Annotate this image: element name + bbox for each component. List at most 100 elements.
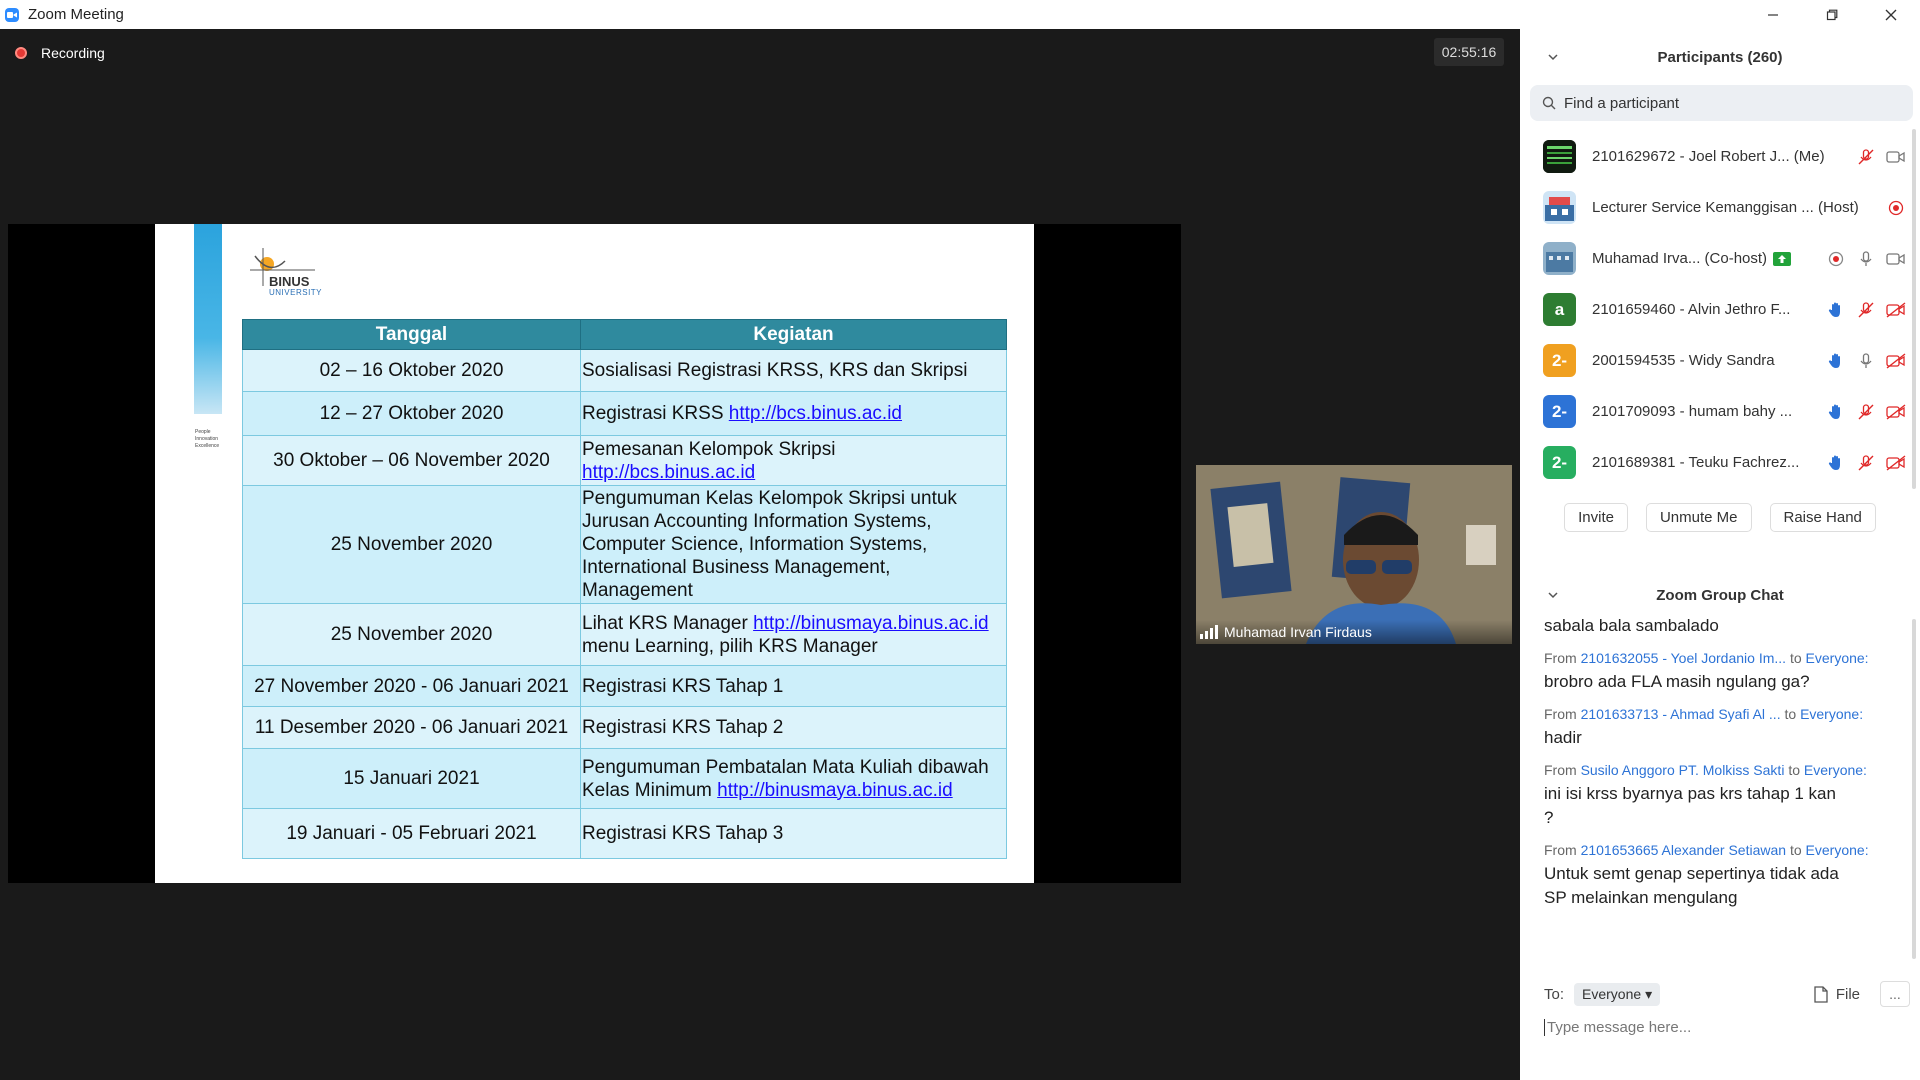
title-bar: Zoom Meeting	[0, 0, 1920, 29]
minimize-button[interactable]	[1743, 0, 1802, 29]
chat-recipient: Everyone:	[1803, 762, 1867, 778]
recording-indicator[interactable]: Recording	[15, 45, 105, 61]
date-cell: 12 – 27 Oktober 2020	[242, 391, 581, 436]
participant-list: 2101629672 - Joel Robert J... (Me) Lectu…	[1520, 131, 1908, 488]
binus-logo-subtext: UNIVERSITY	[269, 288, 323, 297]
participants-scrollbar[interactable]	[1912, 129, 1916, 489]
raised-hand-icon	[1824, 349, 1848, 373]
chat-sender[interactable]: 2101633713 - Ahmad Syafi Al ...	[1581, 706, 1781, 722]
chat-scrollbar[interactable]	[1912, 619, 1916, 959]
activity-text: Sosialisasi Registrasi KRSS, KRS dan Skr…	[582, 360, 968, 381]
from-label: From	[1544, 706, 1577, 722]
chevron-down-icon[interactable]	[1546, 50, 1560, 64]
file-button[interactable]: File	[1814, 986, 1860, 1003]
avatar	[1543, 140, 1576, 173]
window-title: Zoom Meeting	[28, 6, 124, 23]
table-row: 12 – 27 Oktober 2020 Registrasi KRSS htt…	[242, 391, 1007, 436]
raised-hand-icon	[1824, 298, 1848, 322]
video-on-icon[interactable]	[1884, 247, 1908, 271]
raise-hand-button[interactable]: Raise Hand	[1769, 503, 1876, 532]
to-label: to	[1789, 650, 1802, 666]
chat-message-text: ini isi krss byarnya pas krs tahap 1 kan…	[1544, 784, 1836, 827]
mic-muted-icon[interactable]	[1854, 145, 1878, 169]
date-cell: 27 November 2020 - 06 Januari 2021	[242, 665, 581, 707]
slide-color-strip	[194, 224, 222, 414]
table-row: 27 November 2020 - 06 Januari 2021 Regis…	[242, 665, 1007, 707]
activity-text: Registrasi KRSS	[582, 403, 729, 424]
participant-row[interactable]: 2- 2101709093 - humam bahy ...	[1520, 386, 1908, 437]
chat-sender[interactable]: Susilo Anggoro PT. Molkiss Sakti	[1581, 762, 1785, 778]
video-off-icon[interactable]	[1884, 349, 1908, 373]
participant-row[interactable]: 2101629672 - Joel Robert J... (Me)	[1520, 131, 1908, 182]
unmute-me-button[interactable]: Unmute Me	[1645, 503, 1752, 532]
avatar: 2-	[1543, 446, 1576, 479]
chat-message-input[interactable]: Type message here...	[1544, 1019, 1691, 1036]
video-off-icon[interactable]	[1884, 298, 1908, 322]
to-label: to	[1788, 762, 1801, 778]
activity-cell: Pemesanan Kelompok Skripsi http://bcs.bin…	[580, 435, 1007, 486]
bcs-link[interactable]: http://bcs.binus.ac.id	[582, 462, 755, 483]
participant-row[interactable]: Lecturer Service Kemanggisan ... (Host)	[1520, 182, 1908, 233]
mic-muted-icon[interactable]	[1854, 400, 1878, 424]
recording-label: Recording	[41, 45, 105, 61]
chat-recipient: Everyone:	[1805, 842, 1869, 858]
share-screen-icon	[1773, 251, 1792, 266]
participant-actions: Invite Unmute Me Raise Hand	[1520, 503, 1920, 532]
activity-text: Lihat KRS Manager	[582, 612, 754, 634]
chat-message: From Susilo Anggoro PT. Molkiss Sakti to…	[1544, 762, 1904, 830]
recording-dot-icon	[15, 47, 27, 59]
participant-name: Lecturer Service Kemanggisan ... (Host)	[1592, 199, 1859, 216]
activity-cell: Registrasi KRS Tahap 3	[580, 808, 1007, 859]
restore-button[interactable]	[1802, 0, 1861, 29]
participant-search-input[interactable]: Find a participant	[1530, 85, 1913, 121]
chat-sender[interactable]: 2101632055 - Yoel Jordanio Im...	[1581, 650, 1787, 666]
camera-name-label: Muhamad Irvan Firdaus	[1224, 624, 1372, 640]
date-cell: 25 November 2020	[242, 485, 581, 604]
activity-cell: Pengumuman Pembatalan Mata Kuliah dibawa…	[580, 748, 1007, 809]
participant-row[interactable]: 2- 2101689381 - Teuku Fachrez...	[1520, 437, 1908, 488]
slide-strip-text: People Innovation Excellence	[195, 429, 220, 449]
video-off-icon[interactable]	[1884, 400, 1908, 424]
search-placeholder: Find a participant	[1564, 94, 1680, 112]
binusmaya-link[interactable]: http://binusmaya.binus.ac.id	[717, 780, 953, 801]
raised-hand-icon	[1824, 400, 1848, 424]
participant-row[interactable]: a 2101659460 - Alvin Jethro F...	[1520, 284, 1908, 335]
column-header-date: Tanggal	[242, 319, 581, 350]
chevron-down-icon[interactable]	[1546, 588, 1560, 602]
activity-text: Pemesanan Kelompok Skripsi	[582, 438, 836, 460]
participant-row[interactable]: Muhamad Irva... (Co-host)	[1520, 233, 1908, 284]
avatar: a	[1543, 293, 1576, 326]
video-tile-name: Muhamad Irvan Firdaus	[1196, 620, 1512, 644]
video-tile[interactable]: Muhamad Irvan Firdaus	[1196, 465, 1512, 644]
participant-row[interactable]: 2- 2001594535 - Widy Sandra	[1520, 335, 1908, 386]
chat-message-text: hadir	[1544, 728, 1582, 747]
chat-recipient: Everyone:	[1800, 706, 1864, 722]
participant-name: 2101659460 - Alvin Jethro F...	[1592, 301, 1791, 318]
activity-cell: Pengumuman Kelas Kelompok Skripsi untuk …	[580, 485, 1007, 604]
column-header-activity: Kegiatan	[580, 319, 1007, 350]
bcs-link[interactable]: http://bcs.binus.ac.id	[729, 403, 902, 424]
mic-on-icon[interactable]	[1854, 349, 1878, 373]
close-button[interactable]	[1861, 0, 1920, 29]
mic-muted-icon[interactable]	[1854, 451, 1878, 475]
invite-button[interactable]: Invite	[1564, 503, 1628, 532]
mic-muted-icon[interactable]	[1854, 298, 1878, 322]
signal-strength-icon	[1200, 625, 1218, 639]
recipient-dropdown[interactable]: Everyone ▾	[1574, 982, 1661, 1006]
chat-message: From 2101653665 Alexander Setiawan to Ev…	[1544, 842, 1904, 910]
binusmaya-link[interactable]: http://binusmaya.binus.ac.id	[753, 613, 989, 634]
video-off-icon[interactable]	[1884, 451, 1908, 475]
mic-on-icon[interactable]	[1854, 247, 1878, 271]
chat-sender[interactable]: 2101653665 Alexander Setiawan	[1581, 842, 1787, 858]
zoom-logo-icon	[5, 7, 19, 22]
activity-text: Registrasi KRS Tahap 1	[582, 675, 784, 697]
chevron-down-icon: ▾	[1645, 985, 1653, 1002]
activity-text: Registrasi KRS Tahap 3	[582, 823, 784, 844]
chat-message-meta: From 2101632055 - Yoel Jordanio Im... to…	[1544, 650, 1904, 666]
date-cell: 30 Oktober – 06 November 2020	[242, 435, 581, 486]
chat-message-meta: From 2101633713 - Ahmad Syafi Al ... to …	[1544, 706, 1904, 722]
video-on-icon[interactable]	[1884, 145, 1908, 169]
chat-message: sabala bala sambalado	[1544, 614, 1904, 638]
activity-text-continued: menu Learning, pilih KRS Manager	[582, 635, 878, 657]
more-options-button[interactable]: ...	[1880, 981, 1910, 1007]
